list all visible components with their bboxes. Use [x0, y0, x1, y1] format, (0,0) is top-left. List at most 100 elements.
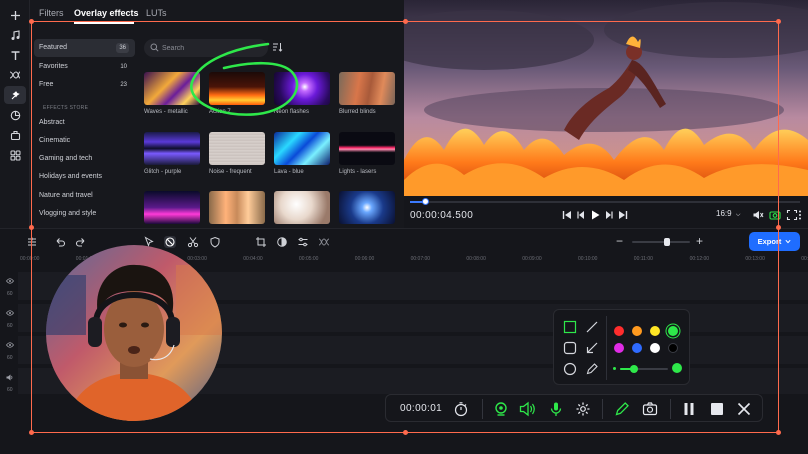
- store-category-nature[interactable]: Nature and travel: [34, 187, 135, 205]
- eye-icon[interactable]: [6, 278, 14, 284]
- color-swatch[interactable]: [632, 343, 642, 353]
- effect-thumb-lights-lasers[interactable]: [339, 132, 395, 165]
- adjust-button[interactable]: [297, 236, 309, 248]
- volume-icon: [753, 211, 764, 219]
- tab-filters[interactable]: Filters: [39, 8, 64, 18]
- cancel-recording-button[interactable]: [736, 401, 752, 417]
- color-swatch[interactable]: [668, 326, 678, 336]
- screenshot-button[interactable]: [642, 401, 658, 417]
- stop-button[interactable]: [709, 401, 725, 417]
- pause-button[interactable]: [681, 401, 697, 417]
- frame-forward-icon: [606, 211, 613, 219]
- system-audio-button[interactable]: [519, 401, 535, 417]
- fullscreen-button[interactable]: [786, 209, 798, 221]
- track-settings-button[interactable]: [26, 236, 38, 248]
- eye-icon[interactable]: [6, 342, 14, 348]
- frame-back-button[interactable]: [575, 209, 587, 221]
- effect-thumb[interactable]: [209, 191, 265, 224]
- ruler-tick-label: 00:09:00: [522, 256, 542, 262]
- add-media-button[interactable]: [4, 6, 26, 24]
- blade-mode-button[interactable]: [164, 236, 176, 248]
- zoom-in-button[interactable]: +: [696, 234, 703, 248]
- color-swatch[interactable]: [632, 326, 642, 336]
- play-button[interactable]: [589, 209, 601, 221]
- audio-icon[interactable]: [6, 374, 14, 381]
- store-category-gaming[interactable]: Gaming and tech: [34, 150, 135, 168]
- frame-forward-button[interactable]: [603, 209, 615, 221]
- category-featured[interactable]: Featured 36: [34, 39, 135, 57]
- crop-button[interactable]: [255, 236, 267, 248]
- plugins-button[interactable]: [4, 126, 26, 144]
- speaker-icon: [519, 401, 535, 417]
- skip-end-button[interactable]: [617, 209, 629, 221]
- webcam-feed-image: [46, 245, 222, 421]
- pen-tool[interactable]: [585, 362, 599, 376]
- effect-thumb[interactable]: [274, 191, 330, 224]
- effect-thumb-lava-blue[interactable]: [274, 132, 330, 165]
- arrow-tool[interactable]: [585, 341, 599, 355]
- marker-button[interactable]: [209, 236, 221, 248]
- redo-button[interactable]: [75, 236, 87, 248]
- category-favorites[interactable]: Favorites 10: [34, 58, 135, 76]
- scrubber-handle[interactable]: [422, 198, 430, 205]
- effect-thumb-noise-frequent[interactable]: [209, 132, 265, 165]
- transitions-icon: [9, 71, 21, 79]
- store-category-cinematic[interactable]: Cinematic: [34, 132, 135, 150]
- link-button[interactable]: [318, 236, 330, 248]
- color-swatch[interactable]: [614, 326, 624, 336]
- undo-button[interactable]: [54, 236, 66, 248]
- webcam-toggle-button[interactable]: [493, 401, 509, 417]
- video-preview[interactable]: [404, 0, 808, 196]
- more-vertical-icon: [799, 210, 801, 220]
- music-button[interactable]: [4, 26, 26, 44]
- microphone-button[interactable]: [548, 401, 564, 417]
- effect-thumb-blurred-blinds[interactable]: [339, 72, 395, 105]
- recording-settings-button[interactable]: [575, 401, 591, 417]
- effect-thumb-glitch-purple[interactable]: [144, 132, 200, 165]
- color-swatch[interactable]: [668, 343, 678, 353]
- rectangle-tool[interactable]: [563, 320, 577, 334]
- templates-button[interactable]: [4, 146, 26, 164]
- effect-thumb[interactable]: [144, 191, 200, 224]
- export-button[interactable]: Export: [749, 232, 800, 251]
- brush-size-slider[interactable]: [620, 365, 668, 373]
- scissors-icon: [187, 237, 199, 248]
- skip-start-button[interactable]: [561, 209, 573, 221]
- more-options-button[interactable]: [798, 209, 804, 221]
- cut-button[interactable]: [187, 236, 199, 248]
- eye-icon[interactable]: [6, 310, 14, 316]
- timer-button[interactable]: [453, 401, 469, 417]
- effects-button[interactable]: [4, 86, 26, 104]
- plugins-icon: [10, 130, 20, 140]
- zoom-slider[interactable]: [632, 238, 690, 246]
- text-button[interactable]: [4, 46, 26, 64]
- transitions-button[interactable]: [4, 66, 26, 84]
- color-button[interactable]: [276, 236, 288, 248]
- snapshot-button[interactable]: [769, 209, 781, 221]
- store-category-holidays[interactable]: Holidays and events: [34, 168, 135, 186]
- stickers-button[interactable]: [4, 106, 26, 124]
- ruler-tick-label: 00:14:00: [801, 256, 808, 262]
- tab-luts[interactable]: LUTs: [146, 8, 167, 18]
- tab-overlay-effects[interactable]: Overlay effects: [74, 8, 139, 18]
- aspect-ratio-dropdown[interactable]: 16:9 ⌵: [716, 209, 740, 219]
- rounded-rect-tool[interactable]: [563, 341, 577, 355]
- store-category-vlogging[interactable]: Vlogging and style: [34, 205, 135, 223]
- zoom-slider-handle[interactable]: [663, 238, 670, 246]
- color-swatch[interactable]: [650, 326, 660, 336]
- draw-toggle-button[interactable]: [614, 401, 630, 417]
- brush-size-handle[interactable]: [630, 365, 639, 373]
- category-free[interactable]: Free 23: [34, 76, 135, 94]
- zoom-out-button[interactable]: −: [616, 234, 623, 248]
- category-label: Free: [39, 81, 54, 88]
- effect-thumb[interactable]: [339, 191, 395, 224]
- color-swatch[interactable]: [614, 343, 624, 353]
- volume-button[interactable]: [752, 209, 764, 221]
- ellipse-tool[interactable]: [563, 362, 577, 376]
- effect-label: Glitch - purple: [144, 169, 182, 175]
- store-category-abstract[interactable]: Abstract: [34, 114, 135, 132]
- webcam-overlay[interactable]: [46, 245, 222, 421]
- color-swatch[interactable]: [650, 343, 660, 353]
- playback-scrubber[interactable]: [410, 198, 800, 205]
- line-tool[interactable]: [585, 320, 599, 334]
